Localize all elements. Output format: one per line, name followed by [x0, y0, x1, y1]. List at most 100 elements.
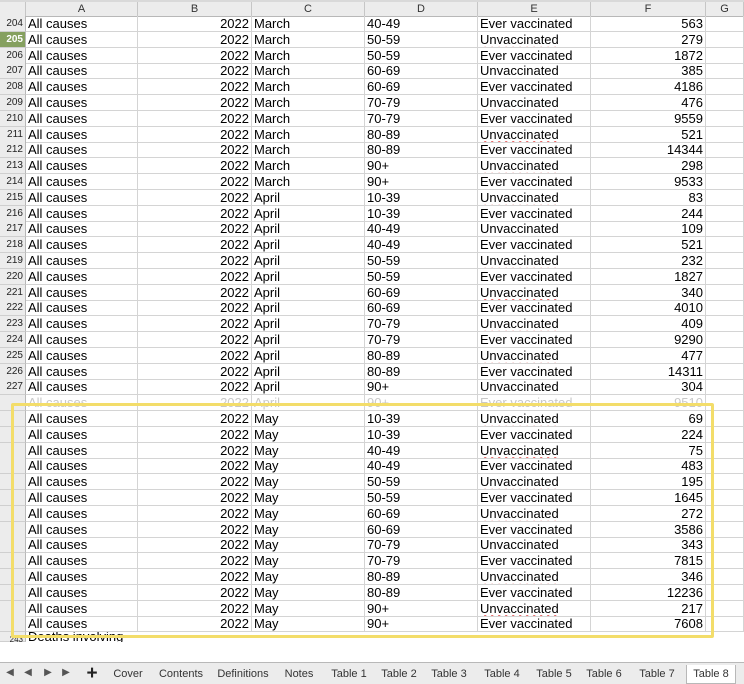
cell-c[interactable]: April — [252, 395, 365, 412]
cell-e[interactable]: Unvaccinated — [478, 126, 591, 143]
cell-e[interactable]: Ever vaccinated — [478, 395, 591, 412]
cell-e[interactable]: Ever vaccinated — [478, 426, 591, 443]
cell-g[interactable] — [706, 379, 744, 396]
cell-g[interactable] — [706, 95, 744, 111]
row-header[interactable] — [0, 395, 26, 412]
cell-d[interactable]: 90+ — [365, 395, 478, 412]
cell-e[interactable]: Ever vaccinated — [478, 79, 591, 96]
cell-b[interactable]: 2022 — [138, 411, 252, 427]
cell-f[interactable]: 1827 — [591, 268, 706, 285]
cell-f[interactable]: 224 — [591, 426, 706, 443]
cell-c[interactable]: April — [252, 268, 365, 285]
cell-f[interactable]: 109 — [591, 221, 706, 238]
cell-b[interactable]: 2022 — [138, 332, 252, 348]
cell-a[interactable]: All causes — [26, 616, 138, 633]
tab-contents[interactable]: Contents — [154, 665, 208, 684]
cell-d[interactable]: 90+ — [365, 158, 478, 175]
cell-f[interactable]: 9533 — [591, 174, 706, 190]
cell-e[interactable]: Ever vaccinated — [478, 616, 591, 633]
cell-f[interactable]: 12236 — [591, 584, 706, 601]
cell-g[interactable] — [706, 584, 744, 601]
cell-d[interactable]: 60-69 — [365, 63, 478, 80]
cell-c[interactable]: March — [252, 47, 365, 64]
cell-e[interactable]: Ever vaccinated — [478, 47, 591, 64]
cell-b[interactable]: 2022 — [138, 237, 252, 254]
column-header-a[interactable]: A — [26, 2, 138, 16]
cell-b[interactable]: 2022 — [138, 142, 252, 159]
row-header[interactable]: 222 — [0, 300, 26, 317]
row-header[interactable]: 226 — [0, 363, 26, 380]
cell-a[interactable]: All causes — [26, 442, 138, 459]
cell-f[interactable]: 409 — [591, 316, 706, 333]
cell-c[interactable]: May — [252, 616, 365, 633]
corner-select-all[interactable] — [0, 2, 26, 16]
cell-g[interactable] — [706, 284, 744, 301]
cell-e[interactable]: Ever vaccinated — [478, 237, 591, 254]
cell-a[interactable]: All causes — [26, 332, 138, 348]
cell-f[interactable]: 563 — [591, 16, 706, 32]
cell-f[interactable]: 343 — [591, 537, 706, 554]
tab-table-7[interactable]: Table 7 — [632, 665, 682, 684]
cell-d[interactable]: 80-89 — [365, 363, 478, 380]
cell-c[interactable]: May — [252, 458, 365, 475]
cell-a[interactable]: All causes — [26, 474, 138, 491]
cell-d[interactable]: 40-49 — [365, 221, 478, 238]
cell-f[interactable]: 4186 — [591, 79, 706, 96]
cell-a[interactable]: Deaths involving — [26, 632, 426, 642]
cell-d[interactable]: 80-89 — [365, 569, 478, 585]
cell-d[interactable]: 10-39 — [365, 205, 478, 222]
cell-c[interactable]: May — [252, 411, 365, 427]
cell-c[interactable]: April — [252, 379, 365, 396]
cell-c[interactable]: March — [252, 126, 365, 143]
cell-g[interactable] — [706, 174, 744, 190]
cell-c[interactable]: April — [252, 205, 365, 222]
cell-e[interactable]: Ever vaccinated — [478, 490, 591, 506]
cell-f[interactable]: 483 — [591, 458, 706, 475]
cell-f[interactable]: 9559 — [591, 110, 706, 127]
cell-e[interactable]: Ever vaccinated — [478, 174, 591, 190]
cell-c[interactable]: March — [252, 79, 365, 96]
cell-b[interactable]: 2022 — [138, 31, 252, 48]
row-header[interactable]: 207 — [0, 63, 26, 80]
cell-g[interactable] — [706, 553, 744, 570]
cell-c[interactable]: May — [252, 569, 365, 585]
column-header-c[interactable]: C — [252, 2, 365, 16]
cell-b[interactable]: 2022 — [138, 174, 252, 190]
cell-b[interactable]: 2022 — [138, 126, 252, 143]
prev-sheet-icon[interactable]: ◀ — [22, 667, 34, 678]
cell-c[interactable]: May — [252, 584, 365, 601]
column-header-g[interactable]: G — [706, 2, 744, 16]
row-header[interactable]: 223 — [0, 316, 26, 333]
cell-g[interactable] — [706, 363, 744, 380]
cell-g[interactable] — [706, 63, 744, 80]
cell-c[interactable]: April — [252, 253, 365, 269]
row-header[interactable]: 221 — [0, 284, 26, 301]
cell-b[interactable]: 2022 — [138, 189, 252, 206]
row-header[interactable]: 213 — [0, 158, 26, 175]
next-sheet-icon[interactable]: ▶ — [42, 667, 54, 678]
cell-g[interactable] — [706, 474, 744, 491]
cell-a[interactable]: All causes — [26, 600, 138, 617]
cell-a[interactable]: All causes — [26, 158, 138, 175]
cell-d[interactable]: 60-69 — [365, 521, 478, 538]
cell-e[interactable]: Ever vaccinated — [478, 205, 591, 222]
cell-g[interactable] — [706, 521, 744, 538]
cell-g[interactable] — [706, 411, 744, 427]
cell-b[interactable]: 2022 — [138, 474, 252, 491]
cell-d[interactable]: 60-69 — [365, 300, 478, 317]
cell-f[interactable]: 75 — [591, 442, 706, 459]
cell-g[interactable] — [706, 332, 744, 348]
cell-b[interactable]: 2022 — [138, 47, 252, 64]
cell-d[interactable]: 90+ — [365, 600, 478, 617]
cell-f[interactable]: 217 — [591, 600, 706, 617]
cell-f[interactable]: 244 — [591, 205, 706, 222]
cell-a[interactable]: All causes — [26, 300, 138, 317]
cell-d[interactable]: 90+ — [365, 174, 478, 190]
cell-e[interactable]: Unvaccinated — [478, 316, 591, 333]
cell-d[interactable]: 50-59 — [365, 253, 478, 269]
cell-a[interactable]: All causes — [26, 426, 138, 443]
cell-g[interactable] — [706, 600, 744, 617]
cell-b[interactable]: 2022 — [138, 95, 252, 111]
row-header[interactable]: 209 — [0, 95, 26, 111]
cell-e[interactable]: Unvaccinated — [478, 474, 591, 491]
